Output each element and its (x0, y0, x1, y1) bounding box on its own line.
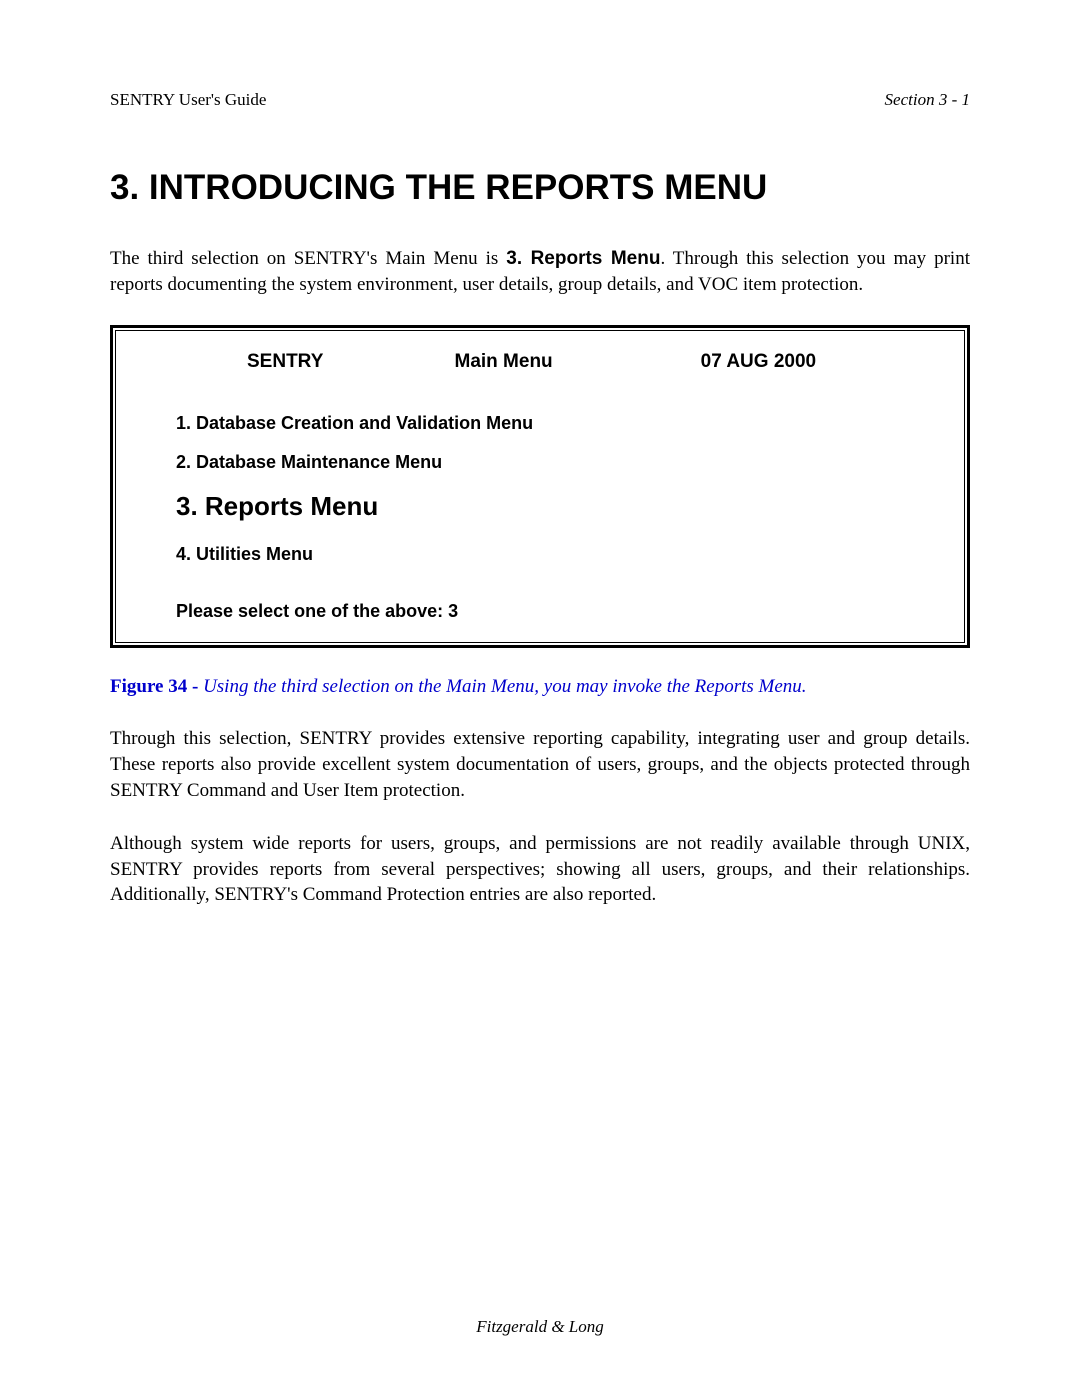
menu-header-row: SENTRY Main Menu 07 AUG 2000 (176, 351, 904, 373)
menu-inner-box: SENTRY Main Menu 07 AUG 2000 1. Database… (115, 330, 965, 643)
menu-prompt: Please select one of the above: 3 (176, 601, 904, 622)
intro-pre: The third selection on SENTRY's Main Men… (110, 248, 506, 269)
menu-item-3: 3. Reports Menu (176, 491, 904, 522)
menu-app-name: SENTRY (176, 351, 394, 373)
paragraph-2: Through this selection, SENTRY provides … (110, 726, 970, 803)
header-left: SENTRY User's Guide (110, 90, 266, 110)
menu-item-1: 1. Database Creation and Validation Menu (176, 413, 904, 434)
intro-bold: 3. Reports Menu (506, 248, 660, 269)
figure-desc: Using the third selection on the Main Me… (203, 676, 806, 697)
menu-item-4: 4. Utilities Menu (176, 544, 904, 565)
menu-screenshot-box: SENTRY Main Menu 07 AUG 2000 1. Database… (110, 325, 970, 648)
menu-items-list: 1. Database Creation and Validation Menu… (176, 413, 904, 565)
paragraph-3: Although system wide reports for users, … (110, 831, 970, 908)
menu-title: Main Menu (394, 351, 612, 373)
menu-date: 07 AUG 2000 (613, 351, 904, 373)
page-footer: Fitzgerald & Long (0, 1317, 1080, 1337)
intro-paragraph: The third selection on SENTRY's Main Men… (110, 246, 970, 297)
page-header: SENTRY User's Guide Section 3 - 1 (110, 90, 970, 110)
figure-label: Figure 34 - (110, 676, 203, 697)
header-right: Section 3 - 1 (885, 90, 970, 110)
figure-caption: Figure 34 - Using the third selection on… (110, 676, 970, 698)
section-heading: 3. INTRODUCING THE REPORTS MENU (110, 168, 970, 208)
menu-item-2: 2. Database Maintenance Menu (176, 452, 904, 473)
